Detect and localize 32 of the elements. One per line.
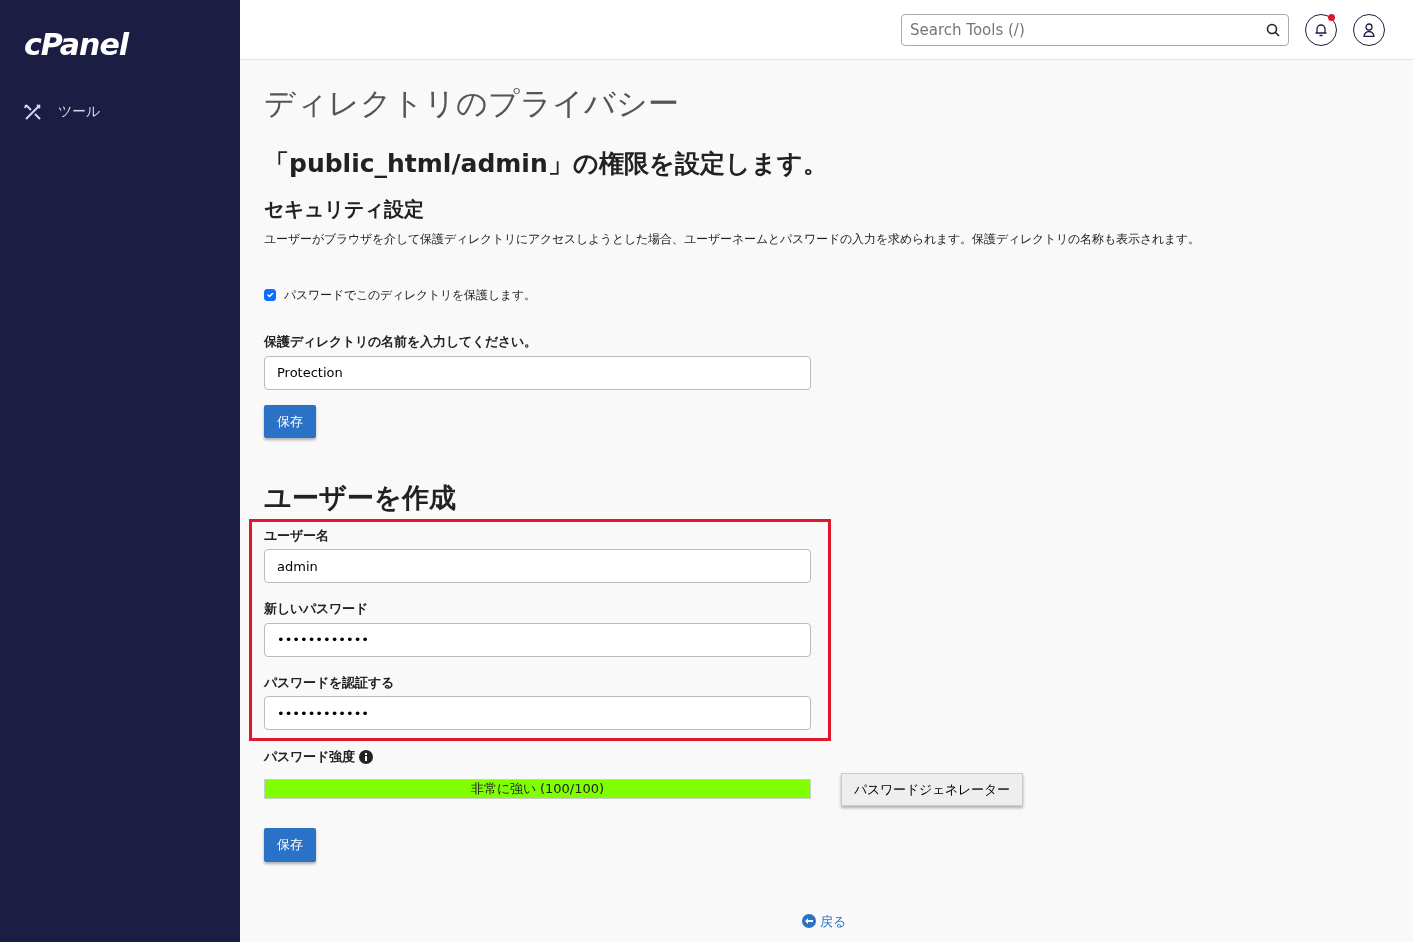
cpanel-logo[interactable]: cPanel — [0, 0, 240, 67]
field-label: 保護ディレクトリの名前を入力してください。 — [264, 333, 538, 351]
generator-button[interactable]: パスワードジェネレーター — [841, 772, 1023, 806]
field-label: ユーザー名 — [264, 526, 330, 545]
input-field[interactable]: admin — [264, 549, 811, 583]
back-link[interactable]: 戻る — [802, 911, 846, 931]
user-button[interactable] — [1353, 13, 1385, 46]
input-field[interactable]: •••••••••••• — [264, 696, 811, 730]
directory-name-field[interactable]: Protection — [264, 355, 811, 390]
tools-icon — [24, 102, 42, 121]
search-icon — [1266, 22, 1280, 37]
strength-text: 非常に強い (100/100) — [469, 780, 606, 799]
section-heading: セキュリティ設定 — [264, 196, 425, 223]
section-description: ユーザーがブラウザを介して保護ディレクトリにアクセスしようとした場合、ユーザーネームとパスワードの入力を求められます。保護ディレクトリの名称も表示されます。 — [264, 231, 1201, 248]
back-text: 戻る — [820, 912, 846, 931]
page-title: ディレクトリのプライバシー — [264, 84, 680, 123]
field-label: パスワードを認証する — [264, 673, 395, 692]
field-label: 新しいパスワード — [264, 600, 369, 618]
bell-icon — [1315, 22, 1327, 37]
notifications-button[interactable] — [1305, 13, 1337, 46]
page-subtitle: 「public_html/admin」の権限を設定します。 — [264, 147, 829, 180]
save-button[interactable]: 保存 — [264, 828, 316, 862]
section-heading: ユーザーを作成 — [264, 481, 457, 515]
field-label: パスワード強度 — [264, 748, 355, 766]
user-icon — [1363, 22, 1375, 37]
search-field[interactable]: Search Tools (/) — [901, 13, 1289, 46]
info-icon[interactable] — [359, 749, 373, 764]
save-button[interactable]: 保存 — [264, 404, 316, 438]
protect-checkbox[interactable] — [264, 289, 276, 301]
checkbox-label[interactable]: パスワードでこのディレクトリを保護します。 — [284, 286, 536, 304]
sidebar-item[interactable]: ツール — [58, 101, 100, 122]
input-field[interactable]: •••••••••••• — [264, 622, 811, 657]
